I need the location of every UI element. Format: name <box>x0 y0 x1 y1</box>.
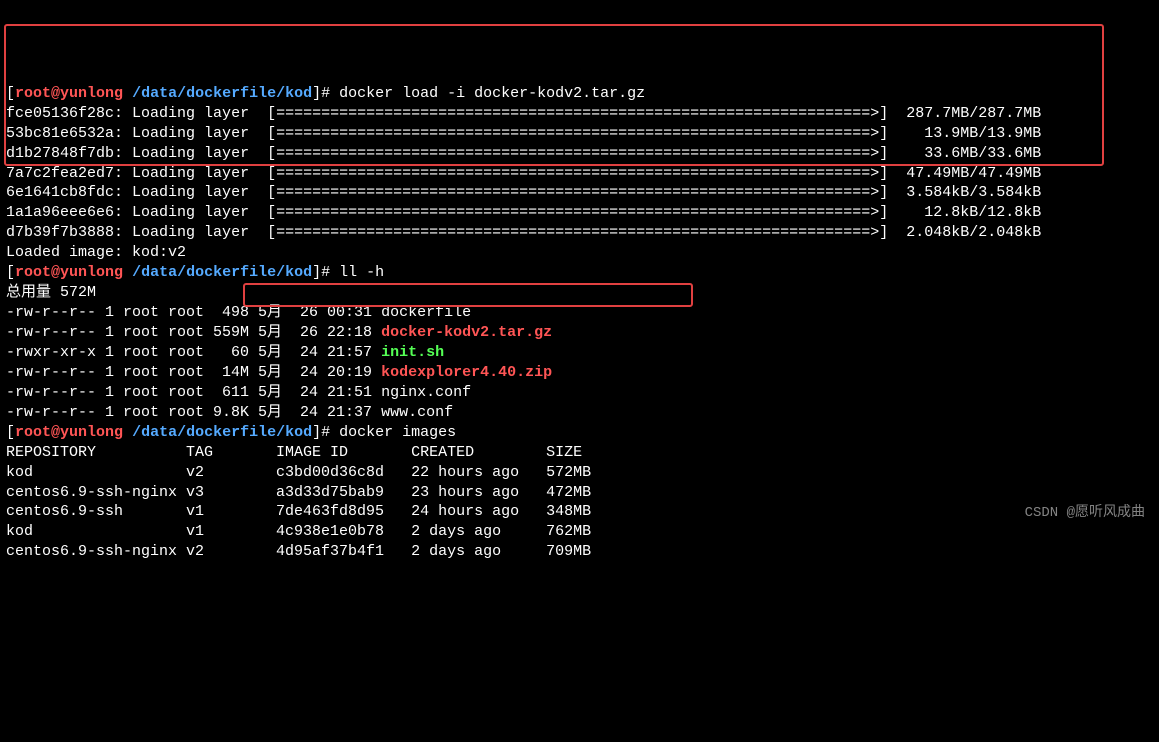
image-row-4: centos6.9-ssh-nginx v2 4d95af37b4f1 2 da… <box>6 542 1153 562</box>
file-name: docker-kodv2.tar.gz <box>381 324 552 341</box>
layer-label: Loading layer <box>132 184 249 201</box>
layer-id: 1a1a96eee6e6 <box>6 204 114 221</box>
image-row-2: centos6.9-ssh v1 7de463fd8d95 24 hours a… <box>6 502 1153 522</box>
image-row-0: kod v2 c3bd00d36c8d 22 hours ago 572MB <box>6 463 1153 483</box>
file-line-3: -rw-r--r-- 1 root root 14M 5月 24 20:19 k… <box>6 363 1153 383</box>
layer-line-5: 1a1a96eee6e6: Loading layer [===========… <box>6 203 1153 223</box>
layer-id: 6e1641cb8fdc <box>6 184 114 201</box>
loaded-image-line: Loaded image: kod:v2 <box>6 243 1153 263</box>
file-line-5: -rw-r--r-- 1 root root 9.8K 5月 24 21:37 … <box>6 403 1153 423</box>
layer-label: Loading layer <box>132 165 249 182</box>
layer-label: Loading layer <box>132 204 249 221</box>
layer-size: 2.048kB/2.048kB <box>906 224 1041 241</box>
file-line-4: -rw-r--r-- 1 root root 611 5月 24 21:51 n… <box>6 383 1153 403</box>
progress-bar: [=======================================… <box>267 165 888 182</box>
file-name: kodexplorer4.40.zip <box>381 364 552 381</box>
image-row-3: kod v1 4c938e1e0b78 2 days ago 762MB <box>6 522 1153 542</box>
command-docker-images: docker images <box>339 424 456 441</box>
layer-line-4: 6e1641cb8fdc: Loading layer [===========… <box>6 183 1153 203</box>
layer-line-6: d7b39f7b3888: Loading layer [===========… <box>6 223 1153 243</box>
layer-size: 3.584kB/3.584kB <box>906 184 1041 201</box>
file-perm: -rw-r--r-- 1 root root 9.8K 5月 24 21:37 <box>6 404 381 421</box>
image-row-1: centos6.9-ssh-nginx v3 a3d33d75bab9 23 h… <box>6 483 1153 503</box>
file-perm: -rw-r--r-- 1 root root 14M 5月 24 20:19 <box>6 364 381 381</box>
file-name: nginx.conf <box>381 384 471 401</box>
layer-id: d7b39f7b3888 <box>6 224 114 241</box>
prompt-line-3: [root@yunlong /data/dockerfile/kod]# doc… <box>6 423 1153 443</box>
layer-id: 7a7c2fea2ed7 <box>6 165 114 182</box>
file-perm: -rwxr-xr-x 1 root root 60 5月 24 21:57 <box>6 344 381 361</box>
layer-size: 12.8kB/12.8kB <box>906 204 1041 221</box>
file-line-1: -rw-r--r-- 1 root root 559M 5月 26 22:18 … <box>6 323 1153 343</box>
layer-line-3: 7a7c2fea2ed7: Loading layer [===========… <box>6 164 1153 184</box>
layer-size: 47.49MB/47.49MB <box>906 165 1041 182</box>
file-name: www.conf <box>381 404 453 421</box>
layer-label: Loading layer <box>132 224 249 241</box>
file-perm: -rw-r--r-- 1 root root 559M 5月 26 22:18 <box>6 324 381 341</box>
file-line-2: -rwxr-xr-x 1 root root 60 5月 24 21:57 in… <box>6 343 1153 363</box>
highlight-box-file <box>243 283 693 307</box>
progress-bar: [=======================================… <box>267 204 888 221</box>
progress-bar: [=======================================… <box>267 184 888 201</box>
file-name: init.sh <box>381 344 444 361</box>
progress-bar: [=======================================… <box>267 224 888 241</box>
file-perm: -rw-r--r-- 1 root root 611 5月 24 21:51 <box>6 384 381 401</box>
command-ll: ll -h <box>339 264 384 281</box>
prompt-line-2: [root@yunlong /data/dockerfile/kod]# ll … <box>6 263 1153 283</box>
images-header-line: REPOSITORY TAG IMAGE ID CREATED SIZE <box>6 443 1153 463</box>
watermark-text: CSDN @愿听风成曲 <box>1025 504 1145 523</box>
highlight-box-layers <box>4 24 1104 166</box>
